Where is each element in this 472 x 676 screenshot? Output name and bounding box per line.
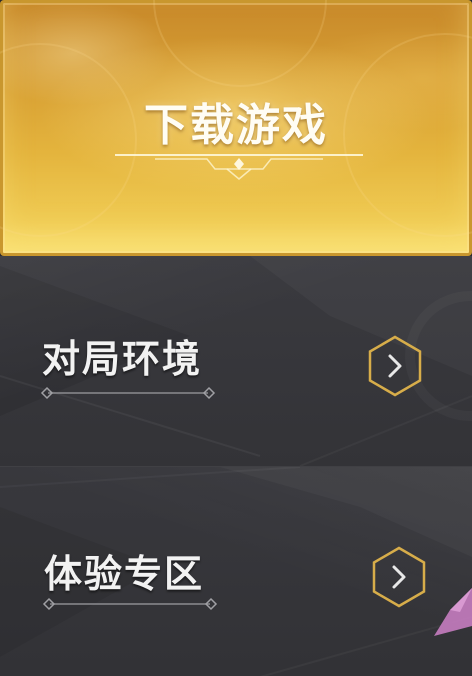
banner-ornament-arc-center (153, 0, 327, 87)
menu-row-match-environment[interactable]: 对局环境 (0, 256, 472, 466)
menu-row-label: 体验专区 (44, 552, 205, 596)
label-underline-ornament (42, 597, 218, 611)
label-underline-ornament (40, 386, 216, 400)
chevron-right-icon[interactable] (366, 334, 424, 398)
banner-divider-ornament (115, 154, 363, 180)
menu-row-trial-zone[interactable]: 体验专区 (0, 466, 472, 676)
chevron-right-icon[interactable] (370, 545, 428, 609)
corner-accent-decoration (434, 588, 472, 636)
banner-title: 下载游戏 (144, 100, 328, 151)
download-game-banner[interactable]: 下载游戏 (0, 0, 472, 256)
app-frame: 下载游戏 对局环境 体验专区 (0, 0, 472, 676)
menu-row-label: 对局环境 (42, 337, 203, 381)
